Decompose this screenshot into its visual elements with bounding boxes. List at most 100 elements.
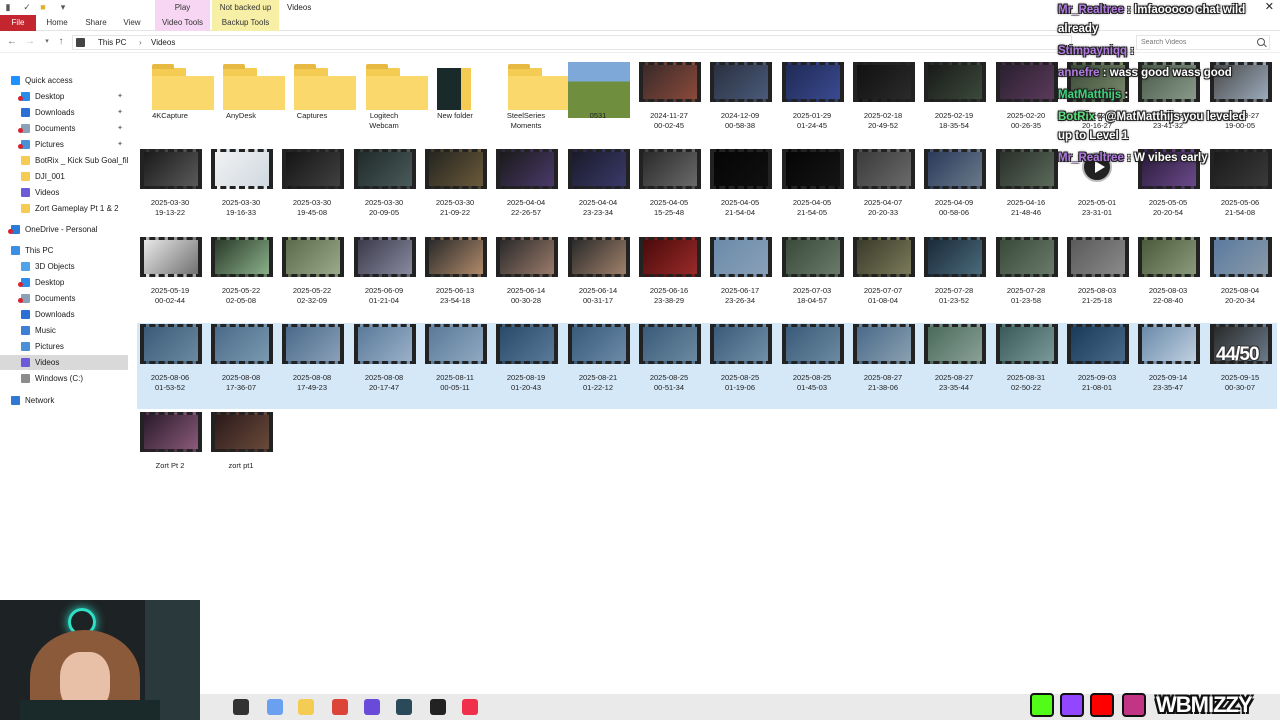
video-file-item[interactable]: 2025-06-13 23-54-18 <box>417 229 487 315</box>
video-file-item[interactable]: zort pt1 <box>203 404 273 490</box>
pin-icon[interactable]: ✦ <box>117 121 123 136</box>
forward-arrow-icon[interactable]: → <box>24 36 36 48</box>
video-file-item[interactable]: 2025-02-19 18-35-54 <box>916 54 986 140</box>
folder-item[interactable]: Captures <box>274 54 356 140</box>
sidebar-item[interactable]: Zort Gameplay Pt 1 & 2 <box>0 201 128 216</box>
video-file-item[interactable]: 2025-04-16 21-48-46 <box>988 141 1058 227</box>
music-app-icon[interactable] <box>462 699 478 715</box>
folder-item[interactable]: 4KCapture <box>132 54 214 140</box>
breadcrumb-videos[interactable]: Videos <box>151 37 175 49</box>
folder-item[interactable]: AnyDesk <box>203 54 285 140</box>
video-file-item[interactable]: 2025-04-04 23-23-34 <box>560 141 630 227</box>
video-file-item[interactable]: 2025-07-28 01-23-52 <box>916 229 986 315</box>
sidebar-item[interactable]: Videos <box>0 355 128 370</box>
taskview-icon[interactable] <box>233 699 249 715</box>
sidebar-item[interactable]: Network <box>0 393 128 408</box>
video-file-item[interactable]: Zort Pt 2 <box>132 404 202 490</box>
video-file-item[interactable]: 2025-08-11 00-05-11 <box>417 316 487 402</box>
tab-home[interactable]: Home <box>42 15 72 31</box>
video-file-item[interactable]: 2025-08-19 01-20-43 <box>488 316 558 402</box>
video-file-item[interactable]: 2025-07-07 01-08-04 <box>845 229 915 315</box>
sidebar-item[interactable]: 3D Objects <box>0 259 128 274</box>
video-file-item[interactable]: 2025-08-06 01-53-52 <box>132 316 202 402</box>
ctx-tab-play[interactable]: Play <box>155 0 210 15</box>
folder-item[interactable]: New folder <box>417 54 487 140</box>
messenger-icon[interactable] <box>364 699 380 715</box>
tab-file[interactable]: File <box>0 15 36 31</box>
video-file-item[interactable]: 2025-07-03 18-04-57 <box>774 229 844 315</box>
video-file-item[interactable]: 2025-06-14 00-30-28 <box>488 229 558 315</box>
sidebar-item[interactable]: Windows (C:) <box>0 371 128 386</box>
folder-item[interactable]: SteelSeries Moments <box>488 54 570 140</box>
video-file-item[interactable]: 2025-03-30 19-16-33 <box>203 141 273 227</box>
video-file-item[interactable]: 2025-02-18 20-49-52 <box>845 54 915 140</box>
video-file-item[interactable]: 2025-04-05 21-54-04 <box>702 141 772 227</box>
video-file-item[interactable]: 2025-04-09 00-58-06 <box>916 141 986 227</box>
video-file-item[interactable]: 2025-08-08 20-17-47 <box>346 316 416 402</box>
video-file-item[interactable]: 2025-09-14 23-35-47 <box>1130 316 1200 402</box>
video-file-item[interactable]: 2025-08-08 17-36-07 <box>203 316 273 402</box>
video-file-item[interactable]: 2025-01-29 01-24-45 <box>774 54 844 140</box>
sidebar-item[interactable]: Desktop ✦ <box>0 89 128 104</box>
video-file-item[interactable]: 2025-04-04 22-26-57 <box>488 141 558 227</box>
video-file-item[interactable]: 2025-05-22 02-32-09 <box>274 229 344 315</box>
video-file-item[interactable]: 2025-08-03 21-25-18 <box>1059 229 1129 315</box>
obs-icon[interactable] <box>430 699 446 715</box>
video-file-item[interactable]: 2025-03-30 19-45-08 <box>274 141 344 227</box>
breadcrumb-separator[interactable]: › <box>139 37 142 49</box>
pin-icon[interactable]: ✦ <box>117 105 123 120</box>
tab-view[interactable]: View <box>118 15 146 31</box>
video-file-item[interactable]: 2024-11-27 00-02-45 <box>631 54 701 140</box>
sidebar-item[interactable]: DJI_001 <box>0 169 128 184</box>
folder-item[interactable]: Logitech Webcam <box>346 54 428 140</box>
video-file-item[interactable]: 2025-08-25 00-51-34 <box>631 316 701 402</box>
sidebar-item[interactable]: Pictures <box>0 339 128 354</box>
video-file-item[interactable]: 2025-08-27 23-35-44 <box>916 316 986 402</box>
recent-locations-icon[interactable]: ▾ <box>41 36 53 48</box>
sidebar-item[interactable]: Desktop <box>0 275 128 290</box>
sidebar-item[interactable]: Pictures ✦ <box>0 137 128 152</box>
sidebar-item[interactable]: Videos <box>0 185 128 200</box>
back-arrow-icon[interactable]: ← <box>6 36 18 48</box>
video-file-item[interactable]: 2025-08-21 01-22-12 <box>560 316 630 402</box>
video-file-item[interactable]: 2025-02-20 00-26-35 <box>988 54 1058 140</box>
video-file-item[interactable]: 2025-08-31 02-50-22 <box>988 316 1058 402</box>
video-file-item[interactable]: 2025-03-30 19-13-22 <box>132 141 202 227</box>
pin-icon[interactable]: ✦ <box>117 89 123 104</box>
pin-icon[interactable]: ✦ <box>117 137 123 152</box>
video-file-item[interactable]: 2025-06-14 00-31-17 <box>560 229 630 315</box>
video-file-item[interactable]: 2024-12-09 00-58-38 <box>702 54 772 140</box>
tab-share[interactable]: Share <box>80 15 112 31</box>
sidebar-item[interactable]: Downloads <box>0 307 128 322</box>
video-file-item[interactable]: 2025-08-03 22-08-40 <box>1130 229 1200 315</box>
properties-icon[interactable]: ✓ <box>22 2 32 12</box>
video-file-item[interactable]: 2025-03-30 20-09-05 <box>346 141 416 227</box>
ctx-tab-not-backed-up[interactable]: Not backed up <box>212 0 279 15</box>
video-file-item[interactable]: 2025-03-30 21-09-22 <box>417 141 487 227</box>
sidebar-item[interactable]: Quick access <box>0 73 128 88</box>
file-explorer-icon[interactable] <box>298 699 314 715</box>
video-file-item[interactable]: 2025-08-25 01-45-03 <box>774 316 844 402</box>
video-file-item[interactable]: 2025-08-27 21-38-06 <box>845 316 915 402</box>
sidebar-item[interactable]: Documents <box>0 291 128 306</box>
video-file-item[interactable]: 2025-06-16 23-38-29 <box>631 229 701 315</box>
video-file-item[interactable]: 2025-08-04 20-20-34 <box>1202 229 1272 315</box>
sidebar-item[interactable]: Documents ✦ <box>0 121 128 136</box>
video-file-item[interactable]: 2025-05-19 00-02-44 <box>132 229 202 315</box>
video-file-item[interactable]: 2025-04-05 21-54-05 <box>774 141 844 227</box>
up-arrow-icon[interactable]: ↑ <box>55 36 67 48</box>
video-file-item[interactable]: 2025-04-05 15-25-48 <box>631 141 701 227</box>
sidebar-item[interactable]: Downloads ✦ <box>0 105 128 120</box>
video-file-item[interactable]: 2025-08-08 17-49-23 <box>274 316 344 402</box>
video-file-item[interactable]: 0531 <box>560 54 630 140</box>
sidebar-item[interactable]: BotRix _ Kick Sub Goal_file <box>0 153 128 168</box>
tab-video-tools[interactable]: Video Tools <box>155 15 210 31</box>
video-file-item[interactable]: 2025-05-22 02-05-08 <box>203 229 273 315</box>
video-file-item[interactable]: 2025-08-25 01-19-06 <box>702 316 772 402</box>
copilot-icon[interactable] <box>267 699 283 715</box>
tab-backup-tools[interactable]: Backup Tools <box>212 15 279 31</box>
quick-access-dropdown-icon[interactable]: ▾ <box>58 2 68 12</box>
address-field[interactable]: This PC › Videos <box>72 35 1072 50</box>
breadcrumb-this-pc[interactable]: This PC <box>98 37 126 49</box>
sidebar-item[interactable]: OneDrive - Personal <box>0 222 128 237</box>
